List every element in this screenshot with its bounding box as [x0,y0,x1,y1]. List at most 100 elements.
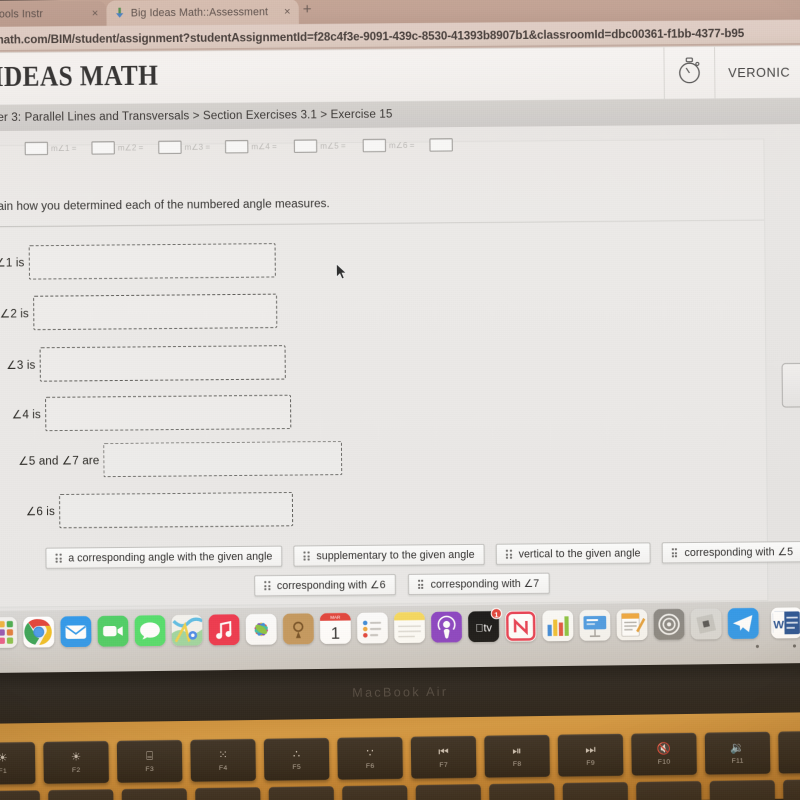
mini-answer-input-5[interactable] [293,139,318,153]
dock-icon-reminders[interactable] [356,612,389,644]
dock-icon-pages[interactable] [616,609,648,641]
statement-row-3: ∠3 is [6,345,286,382]
answer-dropzone-6[interactable] [58,491,293,529]
key-row2-12[interactable] [783,778,800,800]
key-row2-8[interactable] [489,783,555,800]
user-menu[interactable]: VERONIC [713,46,800,99]
dock-icon-keynote[interactable] [579,609,611,641]
drag-handle-icon[interactable] [417,579,424,589]
dock-icon-notes[interactable] [393,611,426,644]
key-row2-5[interactable] [268,786,335,800]
dock-icon-maps[interactable] [171,614,203,646]
svg-text:1: 1 [331,625,340,643]
key-f5[interactable]: ∴ F5 [263,737,330,781]
dock-icon-launchpad[interactable] [0,616,18,649]
browser-tab-1[interactable]: nty Schools Instr × [0,0,107,28]
key-f4-label: F4 [218,763,228,772]
answer-chip-1-label: a corresponding angle with the given ang… [68,550,273,565]
statement-row-2: ∠2 is [0,293,277,331]
key-f3[interactable]: ⌸ F3 [116,739,183,783]
answer-chip-4[interactable]: corresponding with ∠5 [661,541,800,564]
answer-chip-3[interactable]: vertical to the given angle [495,542,651,565]
keyboard-deck: ☀ F1 ☀ F2 ⌸ F3 ⁙ F4 ∴ F5 ∵ F6 ⏮ F7 ⏯ F8 ⏭ F9 🔇 F10… [0,712,800,800]
key-f9[interactable]: ⏭ F9 [557,733,624,777]
mini-answer-input-2[interactable] [91,141,115,155]
key-row2-4[interactable] [195,787,261,800]
dock-icon-word[interactable]: W [770,607,800,639]
dock-icon-music[interactable] [208,614,240,646]
dock-icon-podcasts[interactable] [430,611,463,643]
mini-answer-input-6[interactable] [362,138,387,153]
answer-chip-2[interactable]: supplementary to the given angle [293,543,485,567]
answer-chip-6[interactable]: corresponding with ∠7 [407,572,550,596]
mute-icon: 🔇 [656,742,672,755]
dock-icon-chrome[interactable] [23,616,55,648]
key-f3-label: F3 [145,765,155,773]
dock-icon-roblox[interactable] [690,608,722,640]
dock-icon-appletv-wrap[interactable]: tv 1 [468,607,503,643]
svg-text:W: W [773,619,784,631]
key-f12[interactable] [778,730,800,774]
key-row2-11[interactable] [709,779,776,800]
browser-tab-2-title: Big Ideas Math::Assessment [130,5,269,20]
browser-tab-2[interactable]: Big Ideas Math::Assessment × [106,0,299,26]
key-f4[interactable]: ⁙ F4 [190,738,256,782]
dock-icon-podcasts-brown[interactable] [282,613,314,645]
answer-chip-1[interactable]: a corresponding angle with the given ang… [45,545,283,569]
answer-chip-6-label: corresponding with ∠7 [430,577,540,591]
brightness-up-icon: ☀ [70,750,82,764]
drag-handle-icon[interactable] [505,549,512,559]
key-f1[interactable]: ☀ F1 [0,741,36,785]
key-f11[interactable]: 🔉 F11 [704,731,771,775]
key-row2-7[interactable] [415,784,482,800]
key-row2-2[interactable] [48,789,114,800]
key-f8[interactable]: ⏯ F8 [484,734,550,778]
key-f2[interactable]: ☀ F2 [43,740,109,784]
side-panel-tab[interactable] [781,362,800,408]
user-name: VERONIC [728,64,791,80]
answer-dropzone-4[interactable] [44,394,292,432]
browser-tab-2-close-icon[interactable]: × [278,6,291,18]
key-f6[interactable]: ∵ F6 [337,736,403,780]
exercise-canvas: m∠1 = m∠2 = m∠3 = m∠4 = m∠5 = m∠6 = lain… [0,124,800,622]
drag-handle-icon[interactable] [671,548,678,558]
statement-row-4: ∠4 is [12,394,292,432]
browser-tab-1-close-icon[interactable]: × [86,7,99,19]
drag-handle-icon[interactable] [55,553,62,563]
drag-handle-icon[interactable] [303,551,310,561]
key-f7[interactable]: ⏮ F7 [410,735,477,779]
key-row2-3[interactable] [121,788,188,800]
dock-icon-messages[interactable] [134,615,166,647]
answer-dropzone-1[interactable] [28,243,276,280]
mini-answer-input-4[interactable] [225,140,249,154]
key-row2-10[interactable] [636,781,702,800]
statement-label-5: ∠5 and ∠7 are [18,455,100,468]
timer-button[interactable] [663,46,715,99]
mini-answer-input-7[interactable] [429,138,453,152]
answer-bank-row-1: a corresponding angle with the given ang… [45,541,800,569]
dock-icon-facetime[interactable] [97,615,129,647]
dock-icon-system-preferences[interactable] [653,608,685,640]
dock-icon-telegram[interactable] [727,607,759,640]
drag-handle-icon[interactable] [264,581,270,591]
key-row2-1[interactable] [0,790,41,800]
key-row2-6[interactable] [342,785,408,800]
laptop-model-label: MacBook Air [352,684,449,701]
answer-dropzone-5[interactable] [103,440,343,478]
new-tab-button[interactable]: + [303,1,312,18]
key-f10[interactable]: 🔇 F10 [631,732,697,776]
statement-label-3: ∠3 is [6,359,36,372]
mini-answer-input-1[interactable] [24,141,49,156]
dock-icon-mail[interactable] [60,615,92,648]
answer-chip-3-label: vertical to the given angle [518,547,641,561]
dock-icon-calendar[interactable]: MAR 1 [319,612,352,645]
answer-dropzone-3[interactable] [39,345,286,382]
answer-chip-5[interactable]: corresponding with ∠6 [254,573,396,597]
dock-icon-numbers[interactable] [542,610,574,642]
app-header: IDEAS MATH VERONIC [0,46,800,105]
key-row2-9[interactable] [562,782,629,800]
mini-answer-input-3[interactable] [158,140,182,154]
dock-icon-photos[interactable] [245,613,277,645]
dock-icon-news[interactable] [505,610,537,642]
answer-dropzone-2[interactable] [32,293,277,331]
